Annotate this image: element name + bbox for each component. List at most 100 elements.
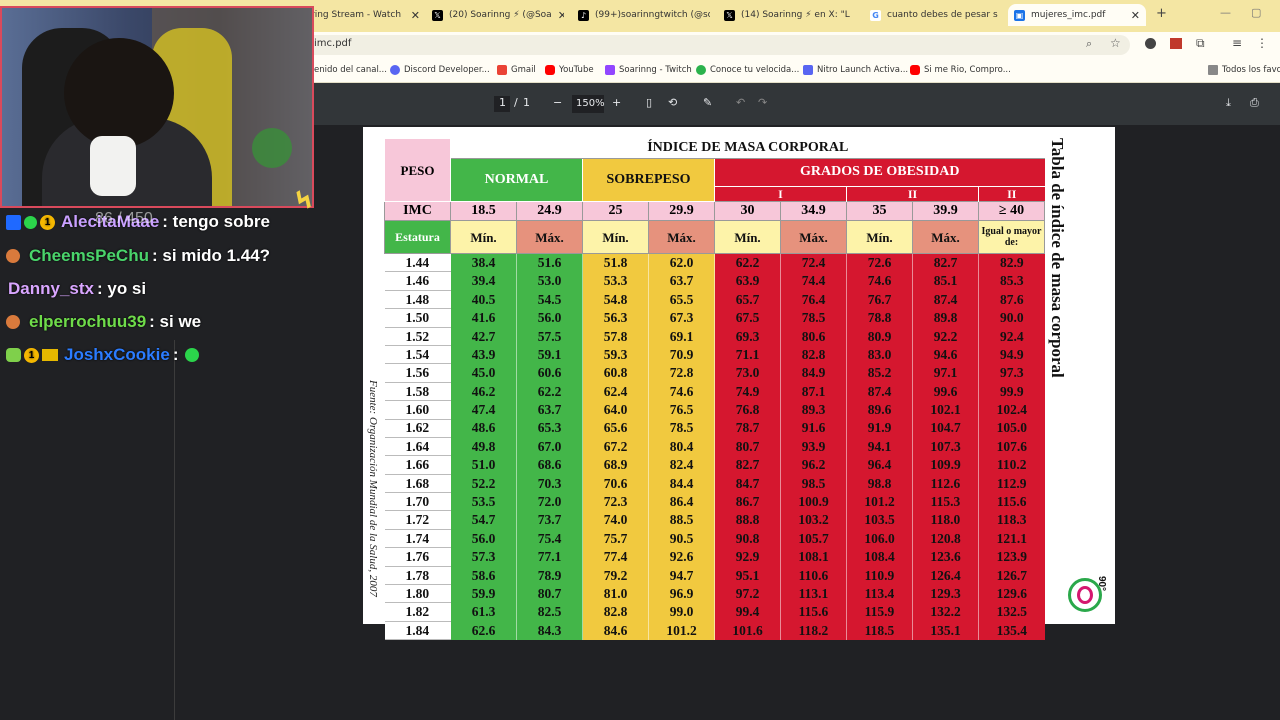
bookmark-item[interactable]: Si me Rio, Compro... [910,62,1011,78]
height-cell: 1.82 [384,602,451,622]
tab-x-post[interactable]: 𝕏(14) Soarinng ⚡ en X: "L✕ [724,4,856,26]
imc-value: 18.5 [450,201,517,221]
weight-cell: 99.9 [978,382,1045,401]
weight-cell: 84.9 [780,363,847,383]
weight-cell: 40.5 [450,290,517,309]
close-icon[interactable]: ✕ [411,9,420,22]
weight-cell: 47.4 [450,400,517,420]
zoom-out-button[interactable]: − [553,96,562,109]
all-bookmarks[interactable]: Todos los favori [1208,62,1280,78]
tab-google[interactable]: Gcuanto debes de pesar se✕ [870,4,998,26]
bookmark-item[interactable]: Conoce tu velocida... [696,62,799,78]
weight-cell: 73.7 [516,510,583,530]
weight-cell: 80.4 [648,437,715,456]
height-cell: 1.76 [384,547,451,567]
tab-x-profile[interactable]: 𝕏 (20) Soarinng ⚡ (@Soa ✕ [432,4,564,26]
height-cell: 1.44 [384,253,451,273]
weight-cell: 68.6 [516,455,583,475]
tab-twitch[interactable]: oaring Stream - Watch ✕ [300,4,420,26]
weight-cell: 82.8 [780,345,847,364]
close-icon[interactable]: ✕ [558,9,564,22]
height-cell: 1.66 [384,455,451,475]
table-row: 1.64 49.8 67.0 67.2 80.4 80.7 93.9 94.1 107.3 107… [384,437,1045,457]
tab-tiktok[interactable]: ♪(99+)soarinngtwitch (@sc✕ [578,4,710,26]
weight-cell: 76.5 [648,400,715,420]
chat-username: JoshxCookie [64,345,170,364]
bookmark-star-icon[interactable]: ☆ [1110,36,1121,50]
zoom-icon[interactable]: ⌕ [1086,37,1092,51]
weight-cell: 72.8 [648,363,715,383]
tab-title: oaring Stream - Watch [300,10,402,20]
rotate-icon[interactable]: ⟲ [668,96,677,109]
weight-cell: 82.7 [714,455,781,475]
table-row: 1.76 57.3 77.1 77.4 92.6 92.9 108.1 108.4 123.6 1… [384,547,1045,567]
x-icon: 𝕏 [724,9,735,21]
minmax-label: Mín. [582,220,649,254]
imc-value: ≥ 40 [978,201,1045,221]
undo-icon[interactable]: ↶ [736,96,745,109]
main-title: ÍNDICE DE MASA CORPORAL [450,138,1045,159]
weight-cell: 82.9 [978,253,1045,272]
weight-cell: 105.7 [780,529,847,548]
table-row: 1.48 40.5 54.5 54.8 65.5 65.7 76.4 76.7 87.4 87.6 [384,290,1045,310]
download-icon[interactable]: ⤓ [1226,96,1231,110]
bookmark-item[interactable]: Nitro Launch Activa... [803,62,908,78]
weight-cell: 48.6 [450,419,517,438]
bookmark-item[interactable]: Discord Developer... [390,62,490,78]
extension-icon[interactable] [1170,38,1182,49]
weight-cell: 112.6 [912,474,979,493]
bookmark-item[interactable]: Gmail [497,62,536,78]
weight-cell: 53.0 [516,271,583,291]
tab-pdf[interactable]: ▣ mujeres_imc.pdf ✕ [1008,4,1146,26]
puzzle-icon[interactable]: ⧉ [1196,36,1205,51]
address-bar[interactable]: imc.pdf ⌕ ☆ [300,35,1130,55]
weight-cell: 62.0 [648,253,715,272]
weight-cell: 94.6 [912,345,979,364]
weight-cell: 84.4 [648,474,715,493]
weight-cell: 102.4 [978,400,1045,420]
weight-cell: 96.4 [846,455,913,475]
zoom-in-button[interactable]: + [612,96,621,109]
weight-cell: 92.6 [648,547,715,567]
minimize-button[interactable]: — [1220,6,1231,19]
more-icon[interactable]: ⋮ [1256,36,1268,50]
bookmark-item[interactable]: YouTube [545,62,594,78]
table-row: 1.56 45.0 60.6 60.8 72.8 73.0 84.9 85.2 97.1 97.3 [384,363,1045,383]
weight-cell: 87.4 [846,382,913,401]
height-cell: 1.54 [384,345,451,365]
fit-page-icon[interactable]: ▯ [646,96,652,109]
tab-title: (20) Soarinng ⚡ (@Soa [449,10,552,20]
minmax-label: Mín. [714,220,781,254]
peso-header: PESO [384,138,451,202]
new-tab-button[interactable]: + [1156,6,1167,21]
weight-cell: 126.4 [912,566,979,585]
maximize-button[interactable]: ▢ [1251,6,1261,19]
annotate-icon[interactable]: ✎ [703,96,712,109]
imc-value: 25 [582,201,649,221]
redo-icon[interactable]: ↷ [758,96,767,109]
weight-cell: 98.8 [846,474,913,493]
bookmark-item[interactable]: enido del canal... [314,62,387,78]
weight-cell: 91.6 [780,419,847,438]
imc-value: 35 [846,201,913,221]
speedtest-icon [696,65,706,75]
close-icon[interactable]: ✕ [1131,9,1140,22]
weight-cell: 67.0 [516,437,583,456]
table-row: 1.72 54.7 73.7 74.0 88.5 88.8 103.2 103.5 118.0 1… [384,510,1045,530]
weight-cell: 88.5 [648,510,715,530]
bookmark-item[interactable]: Soarinng - Twitch [605,62,692,78]
tissue [90,136,136,196]
weight-cell: 77.1 [516,547,583,567]
weight-cell: 120.8 [912,529,979,548]
page-total: 1 [523,96,530,109]
extension-icon[interactable] [1145,38,1156,49]
tab-title: (99+)soarinngtwitch (@sc [595,10,710,20]
youtube-icon [910,65,920,75]
bookmark-label: enido del canal... [314,65,387,75]
source-wrap: Fuente: Organización Mundial de la Salud… [366,380,380,620]
minmax-label: Máx. [780,220,847,254]
tiktok-icon: ♪ [578,9,589,21]
height-cell: 1.68 [384,474,451,494]
menu-icon[interactable]: ≡ [1232,36,1242,50]
print-icon[interactable]: ⎙ [1250,96,1259,110]
